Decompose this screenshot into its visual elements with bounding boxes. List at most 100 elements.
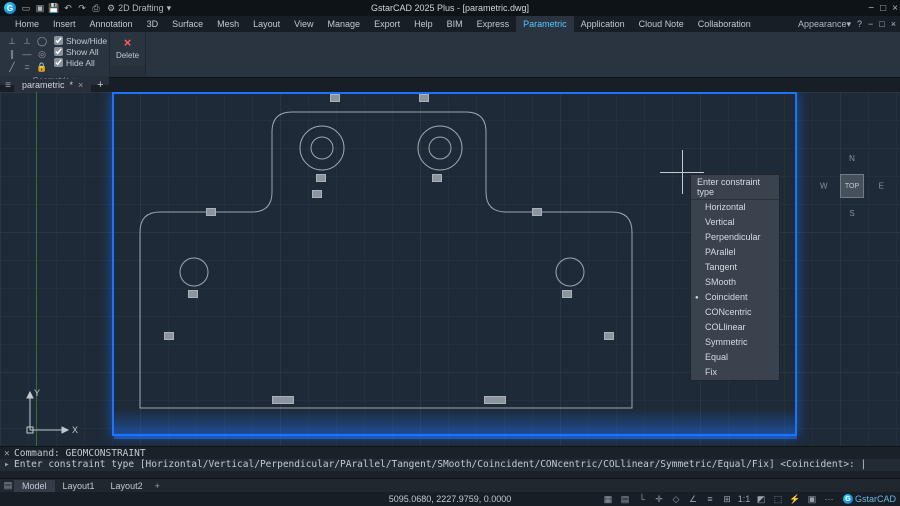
view-cube[interactable]: N S W E TOP <box>822 156 882 216</box>
constraint-grip[interactable] <box>272 396 294 404</box>
ortho-mode-icon[interactable]: └ <box>636 493 648 505</box>
command-input[interactable]: Enter constraint type [Horizontal/Vertic… <box>14 459 866 470</box>
hide-all-toggle[interactable]: Hide All <box>54 57 107 68</box>
anno-scale[interactable]: 1:1 <box>738 493 750 505</box>
constraint-grip[interactable] <box>562 290 572 298</box>
snap-mode-icon[interactable]: ▦ <box>602 493 614 505</box>
constraint-perpendicular-icon[interactable]: ⟂ <box>20 35 34 47</box>
tab-layout[interactable]: Layout <box>246 16 287 32</box>
constraint-fix-icon[interactable]: 🔒 <box>35 61 49 73</box>
viewcube-top-face[interactable]: TOP <box>840 174 864 198</box>
ctx-concentric[interactable]: CONcentric <box>691 305 779 320</box>
customize-icon[interactable]: ⋯ <box>823 493 835 505</box>
constraint-grip[interactable] <box>532 208 542 216</box>
cmd-prompt-icon[interactable]: ▸ <box>4 459 14 470</box>
constraint-collinear-icon[interactable]: ╱ <box>5 61 19 73</box>
document-tab-add-button[interactable]: + <box>94 79 106 91</box>
tab-express[interactable]: Express <box>470 16 517 32</box>
ctx-equal[interactable]: Equal <box>691 350 779 365</box>
constraint-equal-icon[interactable]: = <box>20 61 34 73</box>
constraint-grip[interactable] <box>206 208 216 216</box>
viewcube-east[interactable]: E <box>879 182 884 191</box>
constraint-grip[interactable] <box>604 332 614 340</box>
constraint-parallel-icon[interactable]: ∥ <box>5 48 19 60</box>
tab-home[interactable]: Home <box>8 16 46 32</box>
constraint-horizontal-icon[interactable]: — <box>20 48 34 60</box>
hide-all-checkbox[interactable] <box>54 58 63 67</box>
print-icon[interactable]: ⎙ <box>91 3 101 13</box>
save-icon[interactable]: 💾 <box>49 3 59 13</box>
tab-export[interactable]: Export <box>367 16 407 32</box>
tab-mesh[interactable]: Mesh <box>210 16 246 32</box>
maximize-button[interactable]: □ <box>880 3 886 14</box>
layout-tabs-menu-icon[interactable]: ▤ <box>2 480 14 491</box>
layout-tab-layout1[interactable]: Layout1 <box>55 480 103 492</box>
delete-constraints-button[interactable]: × Delete <box>115 35 140 60</box>
ctx-symmetric[interactable]: Symmetric <box>691 335 779 350</box>
tab-collaboration[interactable]: Collaboration <box>691 16 758 32</box>
tab-application[interactable]: Application <box>574 16 632 32</box>
constraint-grip[interactable] <box>316 174 326 182</box>
workspace-switcher[interactable]: ⚙ 2D Drafting ▾ <box>107 3 171 14</box>
show-all-toggle[interactable]: Show All <box>54 46 107 57</box>
tab-3d[interactable]: 3D <box>140 16 166 32</box>
constraint-grip[interactable] <box>164 332 174 340</box>
ctx-collinear[interactable]: COLlinear <box>691 320 779 335</box>
tab-cloud-note[interactable]: Cloud Note <box>632 16 691 32</box>
constraint-grip[interactable] <box>419 94 429 102</box>
close-button[interactable]: × <box>892 3 898 14</box>
constraint-coincident-icon[interactable]: ⊥ <box>5 35 19 47</box>
ribbon-maximize-button[interactable]: □ <box>879 19 884 29</box>
ctx-vertical[interactable]: Vertical <box>691 215 779 230</box>
constraint-tangent-icon[interactable]: ◯ <box>35 35 49 47</box>
ctx-tangent[interactable]: Tangent <box>691 260 779 275</box>
layout-tab-add-button[interactable]: + <box>151 481 164 491</box>
tab-manage[interactable]: Manage <box>321 16 368 32</box>
hardware-accel-icon[interactable]: ⚡ <box>789 493 801 505</box>
osnap-mode-icon[interactable]: ◇ <box>670 493 682 505</box>
document-tab-parametric[interactable]: parametric* × <box>14 79 91 92</box>
tab-view[interactable]: View <box>287 16 320 32</box>
layer-icon[interactable]: ◩ <box>755 493 767 505</box>
show-hide-toggle[interactable]: Show/Hide <box>54 35 107 46</box>
ctx-horizontal[interactable]: Horizontal <box>691 200 779 215</box>
lineweight-icon[interactable]: ≡ <box>704 493 716 505</box>
ctx-smooth[interactable]: SMooth <box>691 275 779 290</box>
ribbon-minimize-button[interactable]: − <box>868 19 873 29</box>
tab-insert[interactable]: Insert <box>46 16 83 32</box>
tab-help[interactable]: Help <box>407 16 440 32</box>
ctx-parallel[interactable]: PArallel <box>691 245 779 260</box>
tab-surface[interactable]: Surface <box>165 16 210 32</box>
layout-tab-layout2[interactable]: Layout2 <box>103 480 151 492</box>
cmd-history-icon[interactable]: ✕ <box>4 448 14 459</box>
ribbon-close-button[interactable]: × <box>891 19 896 29</box>
viewcube-south[interactable]: S <box>849 209 854 218</box>
open-icon[interactable]: ▣ <box>35 3 45 13</box>
ctx-perpendicular[interactable]: Perpendicular <box>691 230 779 245</box>
help-icon[interactable]: ? <box>857 19 862 29</box>
constraint-grip[interactable] <box>330 94 340 102</box>
constraint-concentric-icon[interactable]: ◎ <box>35 48 49 60</box>
dynamic-input-icon[interactable]: ⊞ <box>721 493 733 505</box>
minimize-button[interactable]: − <box>868 3 874 14</box>
viewcube-west[interactable]: W <box>820 182 828 191</box>
polar-mode-icon[interactable]: ✛ <box>653 493 665 505</box>
ctx-coincident[interactable]: Coincident <box>691 290 779 305</box>
layout-tab-model[interactable]: Model <box>14 480 55 492</box>
isolate-icon[interactable]: ⬚ <box>772 493 784 505</box>
doc-tabs-menu-icon[interactable]: ≡ <box>2 80 14 91</box>
tab-bim[interactable]: BIM <box>440 16 470 32</box>
new-icon[interactable]: ▭ <box>21 3 31 13</box>
tab-parametric[interactable]: Parametric <box>516 16 574 32</box>
document-tab-close-icon[interactable]: × <box>78 80 83 90</box>
grid-mode-icon[interactable]: ▤ <box>619 493 631 505</box>
ctx-fix[interactable]: Fix <box>691 365 779 380</box>
constraint-grip[interactable] <box>484 396 506 404</box>
constraint-grip[interactable] <box>432 174 442 182</box>
redo-icon[interactable]: ↷ <box>77 3 87 13</box>
clean-screen-icon[interactable]: ▣ <box>806 493 818 505</box>
appearance-menu[interactable]: Appearance▾ <box>798 19 851 30</box>
viewcube-north[interactable]: N <box>849 154 855 163</box>
tab-annotation[interactable]: Annotation <box>83 16 140 32</box>
show-all-checkbox[interactable] <box>54 47 63 56</box>
